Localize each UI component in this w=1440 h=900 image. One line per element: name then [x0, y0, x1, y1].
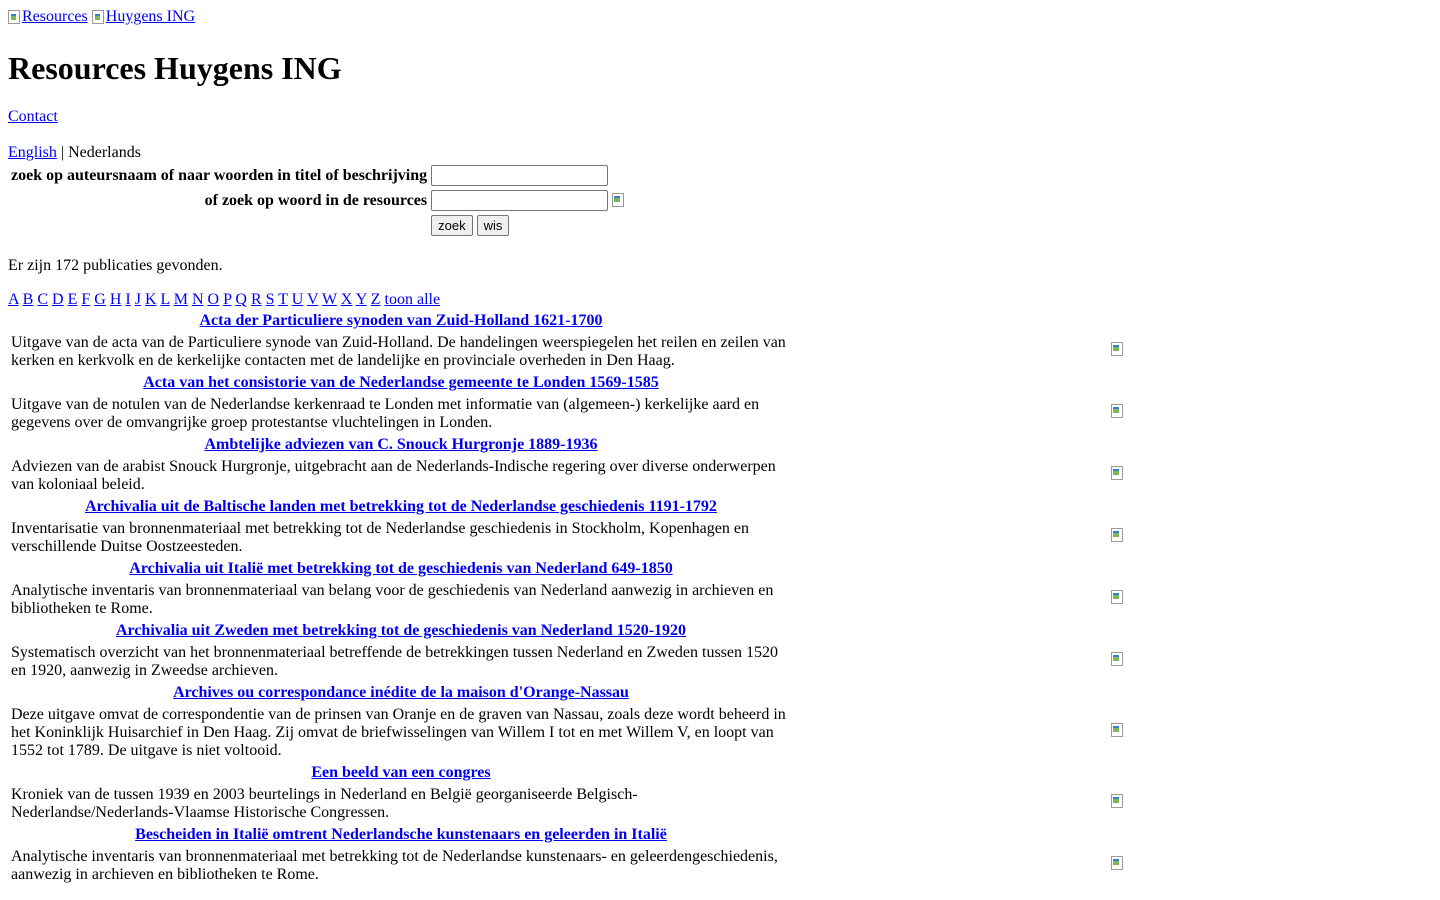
show-all-link[interactable]: toon alle — [385, 291, 441, 308]
publication-thumbnail-icon[interactable] — [1109, 465, 1125, 482]
result-count: Er zijn 172 publicaties gevonden. — [8, 257, 223, 274]
page-title: Resources Huygens ING — [8, 50, 342, 86]
publication-title-link[interactable]: Bescheiden in Italië omtrent Nederlandsc… — [135, 826, 667, 843]
publication-description: Uitgave van de notulen van de Nederlands… — [11, 396, 760, 431]
publication-title-link[interactable]: Archivalia uit Italië met betrekking tot… — [129, 560, 672, 577]
search-button[interactable]: zoek — [431, 215, 473, 236]
publication-description: Deze uitgave omvat de correspondentie va… — [11, 706, 786, 759]
alphabet-letter-u[interactable]: U — [292, 291, 304, 308]
alphabet-letter-m[interactable]: M — [174, 291, 188, 308]
alphabet-letter-j[interactable]: J — [135, 291, 141, 308]
publication-title-row: Acta van het consistorie van de Nederlan… — [10, 373, 1126, 393]
publication-title-link[interactable]: Een beeld van een congres — [311, 764, 490, 781]
publication-description-row: Uitgave van de notulen van de Nederlands… — [10, 395, 1126, 433]
publication-title-row: Bescheiden in Italië omtrent Nederlandsc… — [10, 825, 1126, 845]
alphabet-letter-d[interactable]: D — [52, 291, 64, 308]
publication-thumbnail-icon[interactable] — [1109, 403, 1125, 420]
alphabet-letter-p[interactable]: P — [223, 291, 231, 308]
author-search-input[interactable] — [431, 165, 609, 186]
current-language: Nederlands — [68, 144, 141, 161]
publication-title-link[interactable]: Acta van het consistorie van de Nederlan… — [143, 374, 659, 391]
alphabet-letter-v[interactable]: V — [307, 291, 318, 308]
publication-title-link[interactable]: Archives ou correspondance inédite de la… — [173, 684, 629, 701]
publication-title-row: Archivalia uit de Baltische landen met b… — [10, 497, 1126, 517]
contact-link[interactable]: Contact — [8, 108, 58, 125]
publication-description: Kroniek van de tussen 1939 en 2003 beurt… — [11, 786, 638, 821]
alphabet-letter-b[interactable]: B — [23, 291, 34, 308]
publication-thumbnail-icon[interactable] — [1109, 527, 1125, 544]
broken-image-icon — [91, 10, 104, 24]
publication-description: Uitgave van de acta van de Particuliere … — [11, 334, 786, 369]
publication-title-row: Archives ou correspondance inédite de la… — [10, 683, 1126, 703]
help-icon[interactable] — [610, 192, 626, 209]
publication-title-row: Ambtelijke adviezen van C. Snouck Hurgro… — [10, 435, 1126, 455]
broken-image-icon — [8, 10, 20, 24]
publication-description: Inventarisatie van bronnenmateriaal met … — [11, 520, 749, 555]
alphabet-letter-a[interactable]: A — [8, 291, 19, 308]
alphabet-letter-l[interactable]: L — [161, 291, 170, 308]
publication-title-row: Archivalia uit Zweden met betrekking tot… — [10, 621, 1126, 641]
language-switcher: English | Nederlands — [8, 144, 1432, 162]
alphabet-letter-r[interactable]: R — [251, 291, 262, 308]
publication-thumbnail-icon[interactable] — [1109, 722, 1125, 739]
publication-title-link[interactable]: Ambtelijke adviezen van C. Snouck Hurgro… — [204, 436, 597, 453]
publication-description-row: Inventarisatie van bronnenmateriaal met … — [10, 519, 1126, 557]
publication-description: Systematisch overzicht van het bronnenma… — [11, 644, 778, 679]
alphabet-index: A B C D E F G H I J K L M N O P Q R S T … — [8, 291, 1432, 309]
word-search-label: of zoek op woord in de resources — [204, 191, 428, 209]
alphabet-letter-k[interactable]: K — [145, 291, 157, 308]
resources-logo-link[interactable]: Resources — [8, 8, 88, 26]
publication-description-row: Systematisch overzicht van het bronnenma… — [10, 643, 1126, 681]
clear-button[interactable]: wis — [476, 215, 510, 236]
publication-title-row: Een beeld van een congres — [10, 763, 1126, 783]
alphabet-letter-f[interactable]: F — [81, 291, 90, 308]
search-form: zoek op auteursnaam of naar woorden in t… — [8, 162, 629, 239]
alphabet-letter-y[interactable]: Y — [356, 291, 367, 308]
author-search-label: zoek op auteursnaam of naar woorden in t… — [11, 166, 428, 184]
publication-description-row: Analytische inventaris van bronnenmateri… — [10, 581, 1126, 619]
publication-thumbnail-icon[interactable] — [1109, 793, 1125, 810]
publication-title-link[interactable]: Acta der Particuliere synoden van Zuid-H… — [200, 312, 603, 329]
publication-thumbnail-icon[interactable] — [1109, 589, 1125, 606]
publication-thumbnail-icon[interactable] — [1109, 341, 1125, 358]
alphabet-letter-o[interactable]: O — [208, 291, 220, 308]
publication-title-link[interactable]: Archivalia uit Zweden met betrekking tot… — [116, 622, 686, 639]
language-separator: | — [60, 144, 65, 161]
word-search-input[interactable] — [431, 190, 609, 211]
huygens-logo-link[interactable]: Huygens ING — [91, 8, 196, 26]
alphabet-letter-h[interactable]: H — [110, 291, 122, 308]
alphabet-letter-c[interactable]: C — [37, 291, 48, 308]
publication-title-row: Acta der Particuliere synoden van Zuid-H… — [10, 311, 1126, 331]
alphabet-letter-s[interactable]: S — [266, 291, 275, 308]
huygens-logo-alt: Huygens ING — [105, 8, 196, 25]
publication-description-row: Analytische inventaris van bronnenmateri… — [10, 847, 1126, 885]
publication-title-row: Archivalia uit Italië met betrekking tot… — [10, 559, 1126, 579]
publication-description-row: Uitgave van de acta van de Particuliere … — [10, 333, 1126, 371]
publications-table: Acta der Particuliere synoden van Zuid-H… — [8, 309, 1128, 887]
alphabet-letter-w[interactable]: W — [322, 291, 337, 308]
alphabet-letter-t[interactable]: T — [278, 291, 287, 308]
publication-description: Analytische inventaris van bronnenmateri… — [11, 848, 778, 883]
publication-description-row: Kroniek van de tussen 1939 en 2003 beurt… — [10, 785, 1126, 823]
resources-logo-alt: Resources — [22, 8, 88, 25]
alphabet-letter-e[interactable]: E — [68, 291, 78, 308]
alphabet-letter-q[interactable]: Q — [235, 291, 247, 308]
alphabet-letter-g[interactable]: G — [94, 291, 106, 308]
publication-description: Adviezen van de arabist Snouck Hurgronje… — [11, 458, 776, 493]
alphabet-letter-n[interactable]: N — [192, 291, 204, 308]
alphabet-letter-x[interactable]: X — [341, 291, 353, 308]
publication-thumbnail-icon[interactable] — [1109, 651, 1125, 668]
english-link[interactable]: English — [8, 144, 57, 161]
alphabet-letter-i[interactable]: I — [125, 291, 130, 308]
publication-thumbnail-icon[interactable] — [1109, 855, 1125, 872]
publication-description-row: Deze uitgave omvat de correspondentie va… — [10, 705, 1126, 761]
publication-description-row: Adviezen van de arabist Snouck Hurgronje… — [10, 457, 1126, 495]
publication-title-link[interactable]: Archivalia uit de Baltische landen met b… — [85, 498, 717, 515]
alphabet-letter-z[interactable]: Z — [371, 291, 381, 308]
publication-description: Analytische inventaris van bronnenmateri… — [11, 582, 774, 617]
